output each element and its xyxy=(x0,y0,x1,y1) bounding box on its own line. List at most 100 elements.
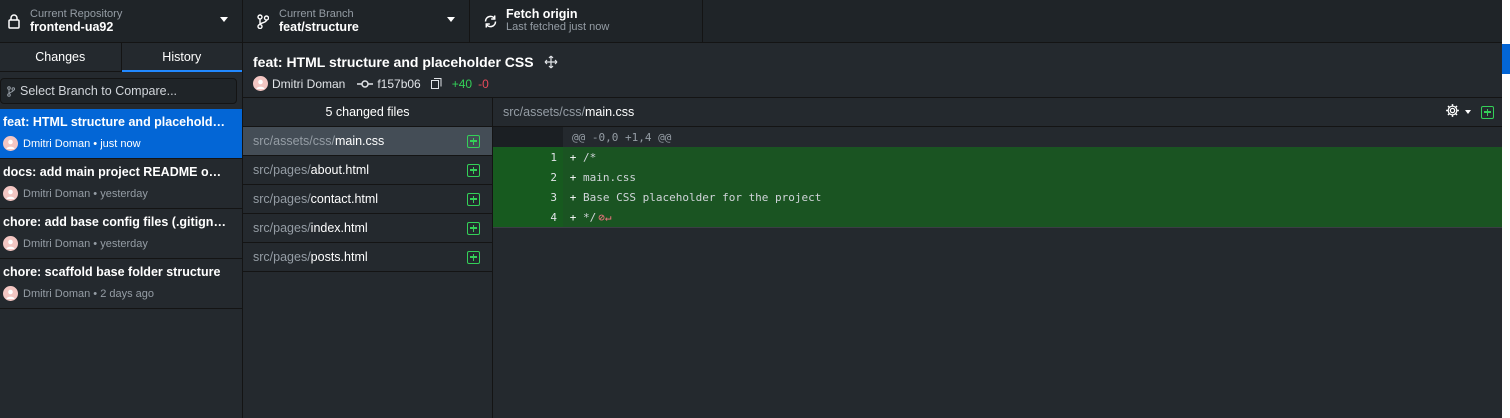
file-name: contact.html xyxy=(310,192,379,206)
diff-sign: + xyxy=(569,150,577,164)
commit-summary-title: feat: HTML structure and placeholder CSS xyxy=(253,54,534,70)
file-name: index.html xyxy=(310,221,368,235)
file-added-icon xyxy=(467,221,480,235)
changed-files-header: 5 changed files xyxy=(243,98,492,127)
compare-branch-input[interactable]: Select Branch to Compare... xyxy=(0,78,237,104)
commit-list-item[interactable]: feat: HTML structure and placeholder CSS… xyxy=(0,109,242,159)
file-row[interactable]: src/pages/contact.html xyxy=(243,185,492,214)
diff-hunk-header: @@ -0,0 +1,4 @@ xyxy=(493,127,1502,147)
git-commit-icon xyxy=(357,79,374,89)
file-added-icon xyxy=(1481,105,1494,119)
diff-line[interactable]: 3 + Base CSS placeholder for the project xyxy=(493,187,1502,207)
diff-file-dir: src/assets/css/ xyxy=(503,105,585,119)
compare-branch-placeholder: Select Branch to Compare... xyxy=(20,84,178,98)
diff-options-button[interactable] xyxy=(1445,103,1471,121)
expand-icon[interactable] xyxy=(544,55,558,69)
current-branch-button[interactable]: Current Branch feat/structure xyxy=(243,0,470,42)
diff-sign: + xyxy=(569,190,577,204)
commit-title: chore: add base config files (.gitignore… xyxy=(3,215,228,229)
diff-file-path: src/assets/css/main.css xyxy=(503,105,634,119)
avatar xyxy=(3,286,18,301)
commit-summary-author: Dmitri Doman xyxy=(272,76,346,91)
commit-title: feat: HTML structure and placeholder CSS xyxy=(3,115,228,129)
commit-time: 2 days ago xyxy=(100,287,155,300)
line-number: 1 xyxy=(528,147,563,167)
commit-list: feat: HTML structure and placeholder CSS… xyxy=(0,109,242,309)
line-code: /* xyxy=(583,150,597,164)
line-code: */ xyxy=(583,210,597,224)
fetch-status: Last fetched just now xyxy=(506,21,610,33)
commit-author: Dmitri Doman xyxy=(23,137,91,150)
file-row[interactable]: src/assets/css/main.css xyxy=(243,127,492,156)
line-code: Base CSS placeholder for the project xyxy=(583,190,822,204)
adjacent-window-accent xyxy=(1502,44,1510,74)
commit-author: Dmitri Doman xyxy=(23,187,91,200)
commit-author: Dmitri Doman xyxy=(23,237,91,250)
adjacent-window-edge xyxy=(1502,0,1510,418)
commit-list-item[interactable]: chore: scaffold base folder structure Dm… xyxy=(0,259,242,309)
diff-line[interactable]: 4 + */⊘↵ xyxy=(493,207,1502,227)
changed-files-list: 5 changed files src/assets/css/main.css … xyxy=(243,98,493,418)
diff-header: src/assets/css/main.css xyxy=(493,98,1502,127)
deletions-count: -0 xyxy=(478,76,489,91)
commit-list-item[interactable]: chore: add base config files (.gitignore… xyxy=(0,209,242,259)
avatar xyxy=(253,76,268,91)
fetch-origin-button[interactable]: Fetch origin Last fetched just now xyxy=(470,0,703,42)
file-dir: src/pages/ xyxy=(253,163,311,177)
line-number: 2 xyxy=(528,167,563,187)
commit-time: yesterday xyxy=(100,187,148,200)
diff-sign: + xyxy=(569,210,577,224)
file-name: main.css xyxy=(334,134,385,148)
commit-title: docs: add main project README overview xyxy=(3,165,228,179)
file-row[interactable]: src/pages/about.html xyxy=(243,156,492,185)
diff-line[interactable]: 1 + /* xyxy=(493,147,1502,167)
commit-title: chore: scaffold base folder structure xyxy=(3,265,221,279)
line-number: 4 xyxy=(528,207,563,227)
sidebar: Changes History Select Branch to Compare… xyxy=(0,43,243,418)
sync-icon xyxy=(482,13,498,29)
avatar xyxy=(3,236,18,251)
diff-file-name: main.css xyxy=(584,105,635,119)
diff-sign: + xyxy=(569,170,577,184)
commit-sha: f157b06 xyxy=(377,76,421,91)
avatar xyxy=(3,186,18,201)
additions-count: +40 xyxy=(451,76,473,91)
chevron-down-icon xyxy=(447,17,455,22)
file-added-icon xyxy=(467,163,480,177)
avatar xyxy=(3,136,18,151)
git-branch-icon xyxy=(7,85,15,97)
file-dir: src/pages/ xyxy=(253,192,311,206)
gear-icon xyxy=(1445,103,1460,121)
diff-divider xyxy=(493,227,1502,228)
commit-list-item[interactable]: docs: add main project README overview D… xyxy=(0,159,242,209)
commit-author: Dmitri Doman xyxy=(23,287,91,300)
toolbar: Current Repository frontend-ua92 Current… xyxy=(0,0,1502,43)
file-added-icon xyxy=(467,250,480,264)
repo-name: frontend-ua92 xyxy=(30,20,114,34)
file-dir: src/pages/ xyxy=(253,250,311,264)
file-row[interactable]: src/pages/index.html xyxy=(243,214,492,243)
current-repository-button[interactable]: Current Repository frontend-ua92 xyxy=(0,0,243,42)
fetch-label: Fetch origin xyxy=(506,7,578,21)
file-added-icon xyxy=(467,192,480,206)
tab-history[interactable]: History xyxy=(120,43,243,72)
lock-icon xyxy=(6,13,22,29)
copy-icon[interactable] xyxy=(430,78,442,89)
git-branch-icon xyxy=(255,13,271,29)
diff-line[interactable]: 2 + main.css xyxy=(493,167,1502,187)
chevron-down-icon xyxy=(220,17,228,22)
file-row[interactable]: src/pages/posts.html xyxy=(243,243,492,272)
branch-name: feat/structure xyxy=(279,20,359,34)
chevron-down-icon xyxy=(1465,110,1471,114)
sidebar-tabs: Changes History xyxy=(0,43,242,72)
diff-lines: @@ -0,0 +1,4 @@ 1 + /* 2 + main.css 3 + … xyxy=(493,127,1502,228)
commit-time: yesterday xyxy=(100,237,148,250)
tab-changes[interactable]: Changes xyxy=(0,43,121,71)
file-name: posts.html xyxy=(310,250,368,264)
file-name: about.html xyxy=(310,163,370,177)
commit-time: just now xyxy=(100,137,141,150)
diff-viewer: src/assets/css/main.css @@ -0,0 +1,4 @@ … xyxy=(493,98,1502,418)
file-dir: src/assets/css/ xyxy=(253,134,335,148)
no-newline-icon: ⊘↵ xyxy=(598,210,612,224)
hunk-text: @@ -0,0 +1,4 @@ xyxy=(572,130,672,144)
